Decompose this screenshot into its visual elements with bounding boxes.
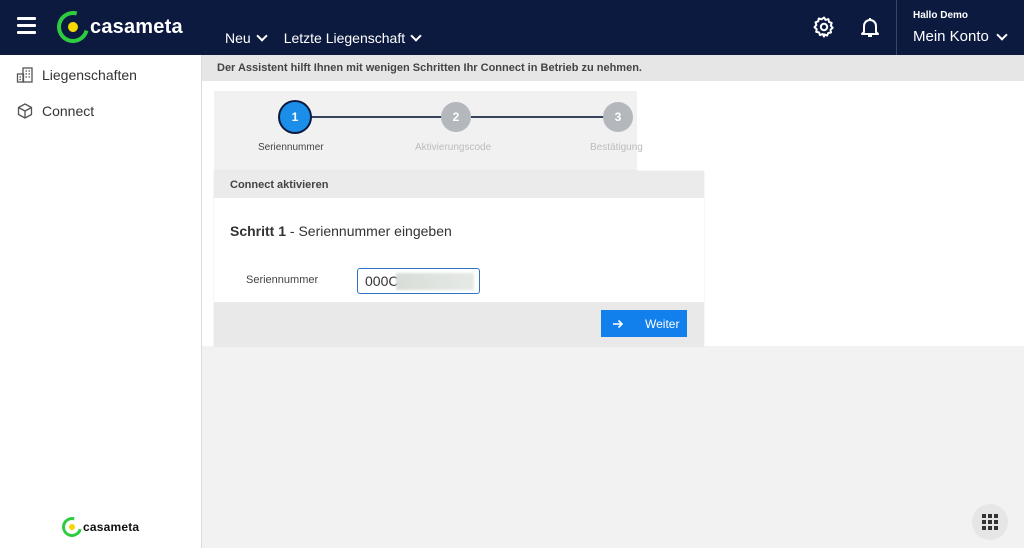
redacted-area bbox=[396, 273, 474, 290]
step-2-indicator: 2 bbox=[441, 102, 471, 132]
gear-icon[interactable] bbox=[812, 15, 836, 39]
activation-card: Connect aktivieren Schritt 1 - Seriennum… bbox=[214, 171, 704, 346]
info-banner: Der Assistent hilft Ihnen mit wenigen Sc… bbox=[202, 55, 1024, 81]
sidebar-item-connect[interactable]: Connect bbox=[0, 93, 201, 129]
step-heading: Schritt 1 - Seriennummer eingeben bbox=[230, 223, 452, 239]
sidebar-brand-name: casameta bbox=[83, 520, 140, 534]
chevron-down-icon bbox=[996, 28, 1008, 41]
step-connector bbox=[471, 116, 617, 118]
account-label-row: Mein Konto bbox=[913, 28, 1024, 45]
next-button[interactable]: Weiter bbox=[601, 310, 687, 337]
chevron-down-icon bbox=[410, 30, 422, 42]
box-icon bbox=[17, 103, 33, 119]
nav-neu-label: Neu bbox=[225, 30, 251, 46]
brand-name: casameta bbox=[90, 15, 183, 38]
arrow-right-icon bbox=[613, 319, 624, 328]
chevron-down-icon bbox=[256, 30, 268, 42]
sidebar-brand-logo: casameta bbox=[58, 513, 140, 541]
apps-grid-button[interactable] bbox=[972, 504, 1008, 540]
step-1-indicator: 1 bbox=[280, 102, 310, 132]
account-label: Mein Konto bbox=[913, 28, 989, 45]
top-bar: casameta Neu Letzte Liegenschaft Hallo D… bbox=[0, 0, 1024, 55]
card-header: Connect aktivieren bbox=[214, 171, 704, 198]
sidebar-item-liegenschaften[interactable]: Liegenschaften bbox=[0, 57, 201, 93]
account-greeting: Hallo Demo bbox=[913, 10, 969, 21]
wizard-stepper: 1 2 3 Seriennummer Aktivierungscode Best… bbox=[214, 91, 643, 171]
logo-ring-icon bbox=[51, 5, 95, 49]
menu-icon[interactable] bbox=[17, 17, 36, 36]
grid-icon bbox=[982, 514, 998, 530]
sidebar: Liegenschaften Connect casameta bbox=[0, 55, 202, 548]
buildings-icon bbox=[16, 67, 33, 83]
serial-number-label: Seriennummer bbox=[246, 274, 319, 286]
logo-ring-icon bbox=[58, 513, 86, 541]
step-heading-number: Schritt 1 bbox=[230, 223, 287, 239]
step-1-label: Seriennummer bbox=[258, 142, 324, 153]
sidebar-item-label: Liegenschaften bbox=[42, 67, 137, 83]
nav-neu[interactable]: Neu bbox=[225, 30, 268, 46]
serial-number-input[interactable]: 000C bbox=[357, 268, 480, 294]
step-2-label: Aktivierungscode bbox=[415, 142, 492, 153]
bell-icon[interactable] bbox=[858, 15, 882, 39]
next-button-label: Weiter bbox=[645, 316, 680, 331]
brand-logo[interactable]: casameta bbox=[51, 5, 183, 49]
nav-letzte-liegenschaft[interactable]: Letzte Liegenschaft bbox=[283, 30, 422, 46]
top-nav: Neu Letzte Liegenschaft bbox=[225, 30, 438, 46]
sidebar-item-label: Connect bbox=[42, 103, 95, 119]
step-3-indicator: 3 bbox=[603, 102, 633, 132]
serial-number-value: 000C bbox=[365, 273, 399, 289]
step-connector bbox=[309, 116, 455, 118]
step-3-label: Bestätigung bbox=[590, 142, 643, 153]
nav-letzte-liegenschaft-label: Letzte Liegenschaft bbox=[283, 30, 406, 46]
account-menu[interactable]: Hallo Demo Mein Konto bbox=[896, 0, 1024, 55]
card-footer: Weiter bbox=[214, 302, 704, 346]
step-heading-text: - Seriennummer eingeben bbox=[286, 223, 452, 239]
